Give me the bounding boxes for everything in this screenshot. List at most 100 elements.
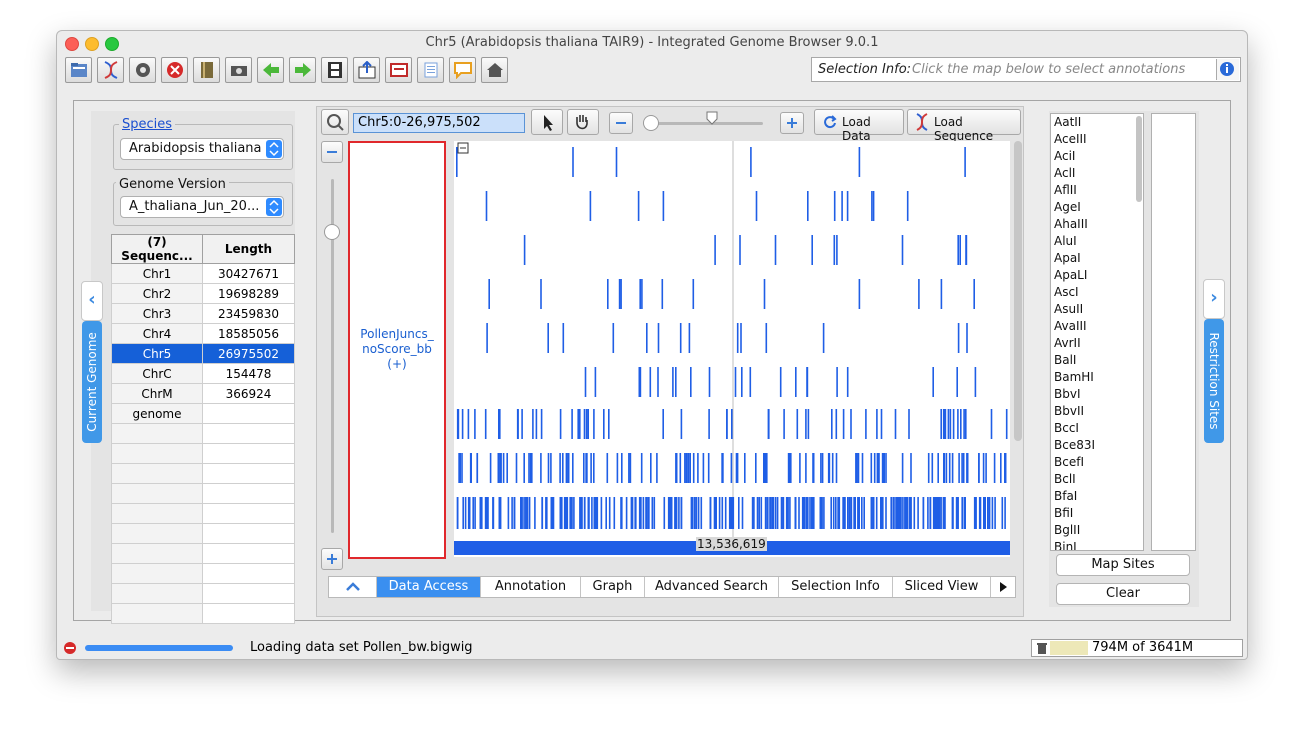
feature-mark[interactable] [901,235,904,265]
feature-mark[interactable] [858,279,861,309]
feature-mark[interactable] [1004,453,1007,483]
feature-mark[interactable] [863,497,865,529]
enzyme-item[interactable]: AvrII [1051,335,1143,352]
feature-mark[interactable] [620,279,622,309]
feature-mark[interactable] [640,497,642,529]
feature-mark[interactable] [657,367,659,397]
enzyme-item[interactable]: BccI [1051,420,1143,437]
feature-mark[interactable] [870,497,873,529]
feature-mark[interactable] [540,453,542,483]
load-sequence-button[interactable]: Load Sequence [907,109,1021,143]
restriction-sites-tab[interactable]: Restriction Sites [1204,319,1224,443]
feature-mark[interactable] [559,409,562,439]
feature-mark[interactable] [572,147,574,177]
enzyme-item[interactable]: ApaI [1051,250,1143,267]
feature-mark[interactable] [908,409,910,439]
feature-mark[interactable] [730,453,733,483]
feature-mark[interactable] [885,453,887,483]
feature-mark[interactable] [947,409,950,439]
feature-mark[interactable] [820,453,822,483]
feature-mark[interactable] [882,497,884,529]
feature-mark[interactable] [499,497,502,529]
sequence-length-cell[interactable]: 154478 [202,363,295,384]
feature-mark[interactable] [532,409,534,439]
feature-mark[interactable] [462,497,464,529]
feature-mark[interactable] [853,497,855,529]
tab-selection-info[interactable]: Selection Info [779,577,893,597]
feature-mark[interactable] [612,323,615,353]
feature-mark[interactable] [958,453,960,483]
feature-mark[interactable] [577,409,579,439]
feature-mark[interactable] [758,497,760,529]
feature-mark[interactable] [836,235,838,265]
feature-mark[interactable] [756,497,759,529]
enzyme-item[interactable]: AhaIII [1051,216,1143,233]
feature-mark[interactable] [692,453,695,483]
collapse-tabs-button[interactable] [329,577,377,597]
feature-mark[interactable] [559,453,561,483]
feature-mark[interactable] [875,497,878,529]
enzyme-item[interactable]: AluI [1051,233,1143,250]
feature-mark[interactable] [929,497,931,529]
feature-mark[interactable] [809,497,811,529]
feature-mark[interactable] [700,497,703,529]
enzyme-item[interactable]: AvaIII [1051,318,1143,335]
feature-mark[interactable] [663,497,666,529]
feature-mark[interactable] [951,497,954,529]
feature-mark[interactable] [559,497,562,529]
enzyme-list-scrollbar[interactable] [1136,116,1142,202]
feature-mark[interactable] [943,453,945,483]
feature-mark[interactable] [906,191,909,221]
feature-mark[interactable] [502,453,505,483]
feature-mark[interactable] [731,497,734,529]
feature-mark[interactable] [579,409,581,439]
zoom-out-button[interactable] [609,112,633,134]
feature-mark[interactable] [506,453,508,483]
feature-mark[interactable] [987,497,989,529]
feature-mark[interactable] [799,453,801,483]
genome-version-select[interactable]: A_thaliana_Jun_20... [120,196,284,218]
feature-mark[interactable] [823,497,825,529]
feature-mark[interactable] [982,453,985,483]
feature-mark[interactable] [965,235,968,265]
feature-mark[interactable] [861,497,863,529]
horizontal-scroll-thumb[interactable] [643,115,659,131]
feature-mark[interactable] [855,453,858,483]
comment-icon[interactable] [449,57,476,83]
feature-mark[interactable] [744,453,746,483]
sequence-name-cell[interactable]: ChrM [111,383,203,404]
table-row[interactable]: ChrC 154478 [111,363,295,384]
feature-mark[interactable] [1001,497,1004,529]
feature-mark[interactable] [739,235,741,265]
table-row[interactable]: Chr1 30427671 [111,263,295,284]
feature-mark[interactable] [571,497,573,529]
feature-mark[interactable] [584,367,587,397]
feature-mark[interactable] [600,497,603,529]
feature-mark[interactable] [685,453,688,483]
feature-mark[interactable] [740,323,742,353]
feature-mark[interactable] [469,453,472,483]
feature-mark[interactable] [880,409,883,439]
feature-mark[interactable] [849,497,851,529]
selection-info-field[interactable]: Selection Info: Click the map below to s… [811,57,1241,82]
feature-mark[interactable] [789,497,791,529]
feature-mark[interactable] [474,409,476,439]
feature-mark[interactable] [957,409,959,439]
feature-mark[interactable] [507,497,510,529]
feature-mark[interactable] [883,453,885,483]
feature-mark[interactable] [917,497,919,529]
feature-mark[interactable] [550,453,552,483]
feature-mark[interactable] [484,409,487,439]
feature-mark[interactable] [608,497,611,529]
feature-mark[interactable] [535,409,538,439]
feature-mark[interactable] [755,191,758,221]
feature-mark[interactable] [594,367,597,397]
feature-mark[interactable] [461,409,464,439]
sequence-name-cell[interactable]: ChrC [111,363,203,384]
feature-mark[interactable] [534,497,536,529]
feature-mark[interactable] [794,497,797,529]
feature-mark[interactable] [474,497,476,529]
enzyme-item[interactable]: BinI [1051,539,1143,550]
feature-mark[interactable] [523,453,525,483]
feature-mark[interactable] [511,497,513,529]
